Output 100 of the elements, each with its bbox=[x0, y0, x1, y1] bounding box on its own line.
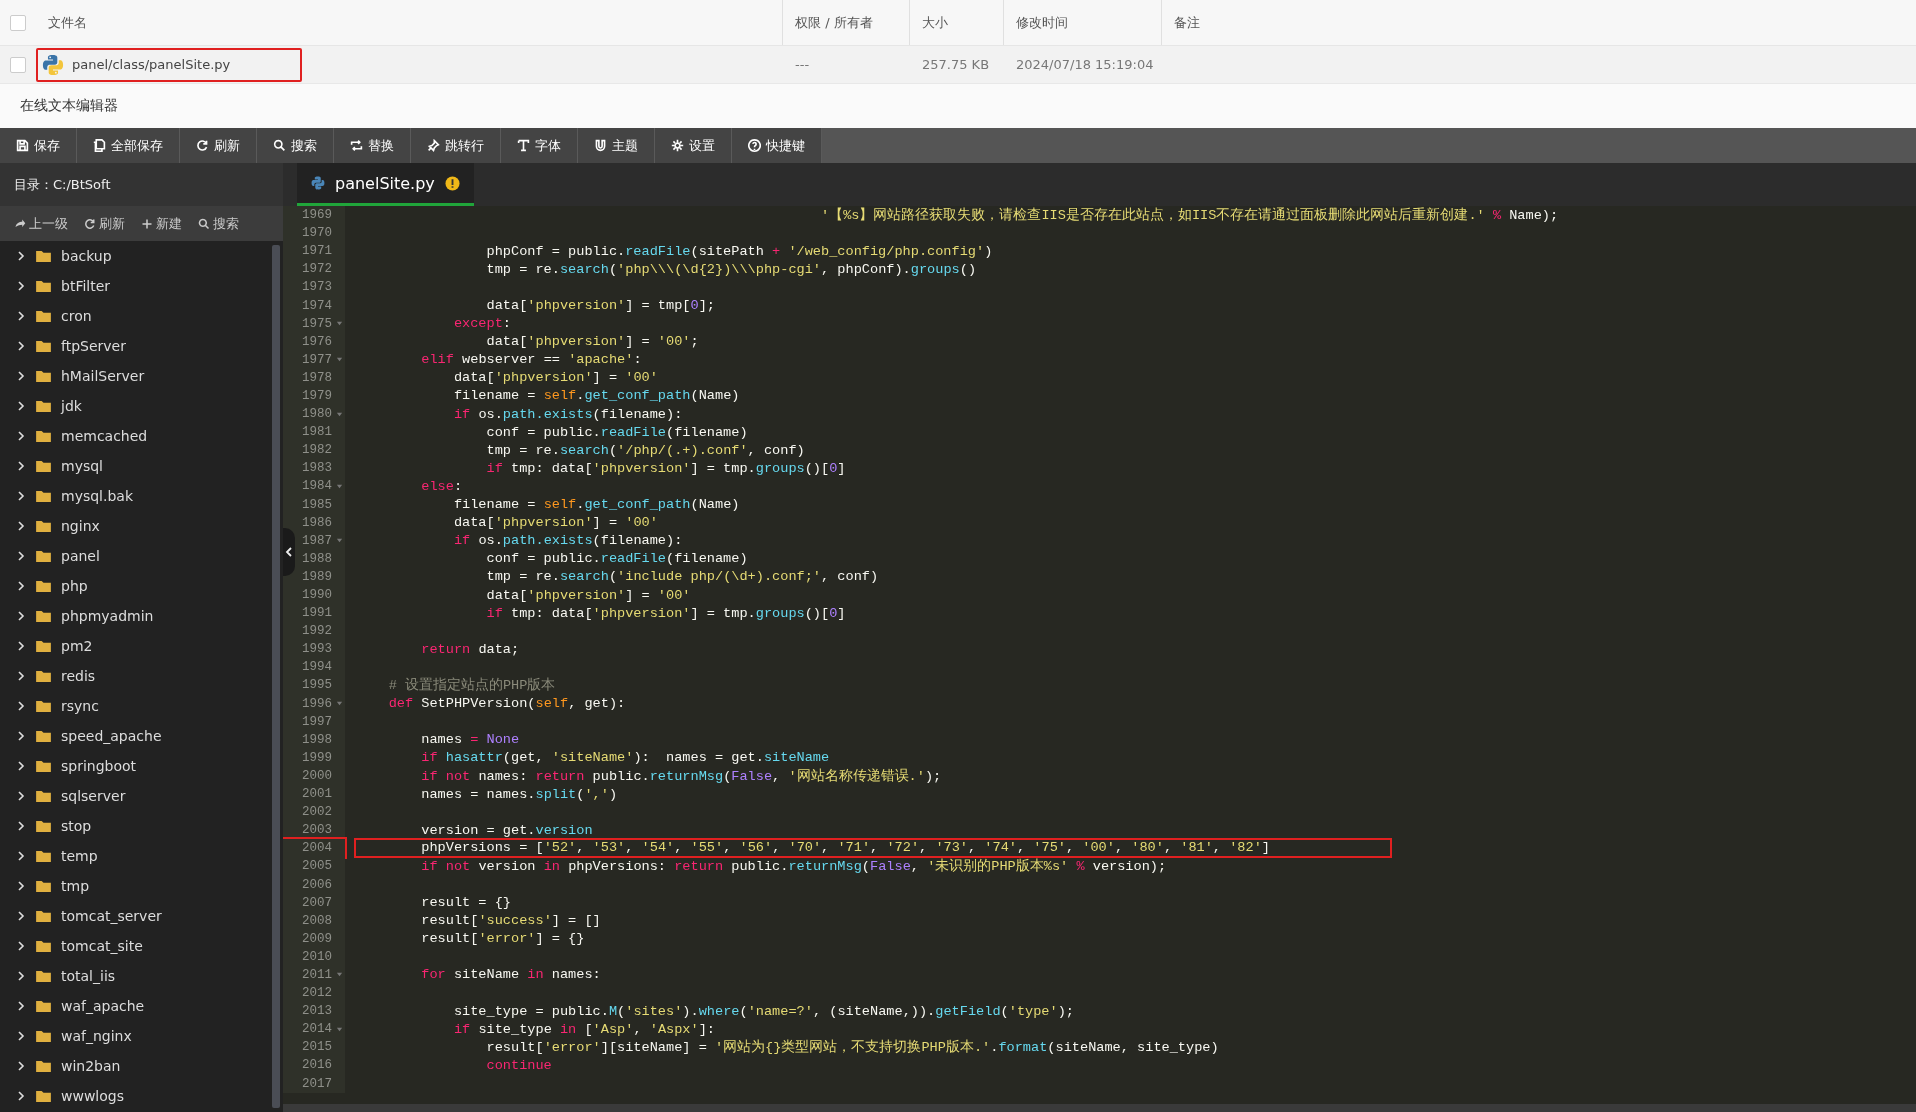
fold-icon[interactable] bbox=[336, 1025, 343, 1033]
folder-item[interactable]: sqlserver bbox=[0, 781, 269, 811]
line-number: 2002 bbox=[302, 805, 332, 820]
folder-item[interactable]: hMailServer bbox=[0, 361, 269, 391]
file-tab[interactable]: panelSite.py bbox=[297, 163, 474, 206]
sidebar-action-button[interactable]: 刷新 bbox=[76, 206, 133, 241]
folder-icon bbox=[36, 1030, 51, 1042]
fold-icon[interactable] bbox=[336, 482, 343, 490]
scrollbar[interactable] bbox=[272, 245, 280, 1108]
line-number: 1993 bbox=[302, 642, 332, 657]
folder-icon bbox=[36, 670, 51, 682]
column-header: 大小 bbox=[910, 0, 1004, 45]
fold-icon[interactable] bbox=[336, 537, 343, 545]
sidebar-action-button[interactable]: 搜索 bbox=[190, 206, 247, 241]
folder-item[interactable]: jdk bbox=[0, 391, 269, 421]
code-text: result['error'][siteName] = '网站为{}类型网站，不支持切换PHP版本.'.format(siteName, site_type) bbox=[485, 1038, 1220, 1057]
row-checkbox[interactable] bbox=[10, 56, 26, 73]
code-text: phpConf = public.readFile(sitePath + '/web_config/php.config') bbox=[485, 243, 994, 259]
column-header: 备注 bbox=[1173, 14, 1201, 32]
folder-icon bbox=[36, 700, 51, 712]
folder-item[interactable]: total_iis bbox=[0, 961, 269, 991]
folder-icon bbox=[36, 580, 51, 592]
toolbar-button[interactable]: 字体 bbox=[501, 128, 578, 163]
folder-item[interactable]: waf_apache bbox=[0, 991, 269, 1021]
folder-item[interactable]: ftpServer bbox=[0, 331, 269, 361]
line-number: 2011 bbox=[302, 968, 332, 982]
line-number: 1992 bbox=[302, 624, 332, 639]
code-text: def SetPHPVersion(self, get): bbox=[387, 696, 627, 712]
toolbar-button[interactable]: 跳转行 bbox=[411, 128, 501, 163]
folder-item[interactable]: panel bbox=[0, 541, 269, 571]
sidebar-action-button[interactable]: 上一级 bbox=[6, 206, 76, 241]
file-name-link[interactable]: panel/class/panelSite.py bbox=[36, 47, 303, 82]
plus-icon bbox=[141, 217, 153, 230]
fold-icon[interactable] bbox=[336, 410, 343, 418]
toolbar-button[interactable]: 刷新 bbox=[180, 128, 257, 163]
folder-item[interactable]: php bbox=[0, 571, 269, 601]
line-number: 1999 bbox=[302, 750, 332, 765]
line-number: 1975 bbox=[302, 316, 332, 331]
folder-item[interactable]: wwwlogs bbox=[0, 1081, 269, 1111]
folder-item[interactable]: tomcat_site bbox=[0, 931, 269, 961]
column-header: 修改时间 bbox=[1004, 0, 1162, 45]
folder-item[interactable]: springboot bbox=[0, 751, 269, 781]
magnet-icon bbox=[594, 139, 607, 152]
folder-item[interactable]: backup bbox=[0, 241, 269, 271]
line-number: 1969 bbox=[302, 208, 332, 223]
folder-item[interactable]: btFilter bbox=[0, 271, 269, 301]
toolbar-button[interactable]: 搜索 bbox=[257, 128, 334, 163]
code-text: for siteName in names: bbox=[420, 967, 602, 983]
folder-item[interactable]: waf_nginx bbox=[0, 1021, 269, 1051]
line-number: 1998 bbox=[302, 732, 332, 747]
code-text: data['phpversion'] = '00' bbox=[452, 370, 659, 386]
line-number: 1971 bbox=[302, 244, 332, 259]
code-text: data['phpversion'] = '00' bbox=[452, 515, 659, 531]
column-header: 文件名 bbox=[36, 0, 783, 45]
toolbar-button[interactable]: 保存 bbox=[0, 128, 77, 163]
folder-icon bbox=[36, 490, 51, 502]
fold-icon[interactable] bbox=[336, 700, 343, 708]
code-text: if not names: return public.returnMsg(False, '网站名称传递错误.'); bbox=[420, 767, 943, 785]
folder-item[interactable]: temp bbox=[0, 841, 269, 871]
line-number: 1997 bbox=[302, 714, 332, 729]
code-text: if os.path.exists(filename): bbox=[452, 533, 684, 549]
toolbar-button[interactable]: 替换 bbox=[334, 128, 411, 163]
save-icon bbox=[16, 139, 29, 152]
folder-item[interactable]: win2ban bbox=[0, 1051, 269, 1081]
folder-icon bbox=[36, 310, 51, 322]
line-number: 1974 bbox=[302, 298, 332, 313]
toolbar-button[interactable]: 快捷键 bbox=[732, 128, 822, 163]
folder-item[interactable]: stop bbox=[0, 811, 269, 841]
folder-item[interactable]: tmp bbox=[0, 871, 269, 901]
folder-item[interactable]: phpmyadmin bbox=[0, 601, 269, 631]
code-text: result = {} bbox=[420, 895, 512, 911]
scrollbar[interactable] bbox=[283, 1104, 1916, 1112]
sidebar-action-button[interactable]: 新建 bbox=[133, 206, 190, 241]
select-all-checkbox[interactable] bbox=[10, 14, 26, 31]
folder-icon bbox=[36, 970, 51, 982]
folder-icon bbox=[36, 760, 51, 772]
line-number: 1994 bbox=[302, 660, 332, 675]
folder-item[interactable]: tomcat_server bbox=[0, 901, 269, 931]
fold-icon[interactable] bbox=[336, 971, 343, 979]
line-number: 1979 bbox=[302, 389, 332, 403]
code-text: data['phpversion'] = '00' bbox=[485, 587, 692, 603]
collapse-handle[interactable] bbox=[283, 528, 295, 576]
folder-item[interactable]: speed_apache bbox=[0, 721, 269, 751]
folder-icon bbox=[36, 880, 51, 892]
line-number: 2004 bbox=[302, 841, 332, 856]
folder-item[interactable]: rsync bbox=[0, 691, 269, 721]
line-number: 2014 bbox=[302, 1022, 332, 1037]
toolbar-button[interactable]: 全部保存 bbox=[77, 128, 180, 163]
folder-item[interactable]: pm2 bbox=[0, 631, 269, 661]
folder-item[interactable]: nginx bbox=[0, 511, 269, 541]
folder-item[interactable]: memcached bbox=[0, 421, 269, 451]
folder-item[interactable]: mysql bbox=[0, 451, 269, 481]
folder-item[interactable]: mysql.bak bbox=[0, 481, 269, 511]
folder-item[interactable]: cron bbox=[0, 301, 269, 331]
toolbar-button[interactable]: 设置 bbox=[655, 128, 732, 163]
fold-icon[interactable] bbox=[336, 320, 343, 328]
toolbar-button[interactable]: 主题 bbox=[578, 128, 655, 163]
line-number: 1984 bbox=[302, 479, 332, 494]
fold-icon[interactable] bbox=[336, 356, 343, 364]
folder-item[interactable]: redis bbox=[0, 661, 269, 691]
